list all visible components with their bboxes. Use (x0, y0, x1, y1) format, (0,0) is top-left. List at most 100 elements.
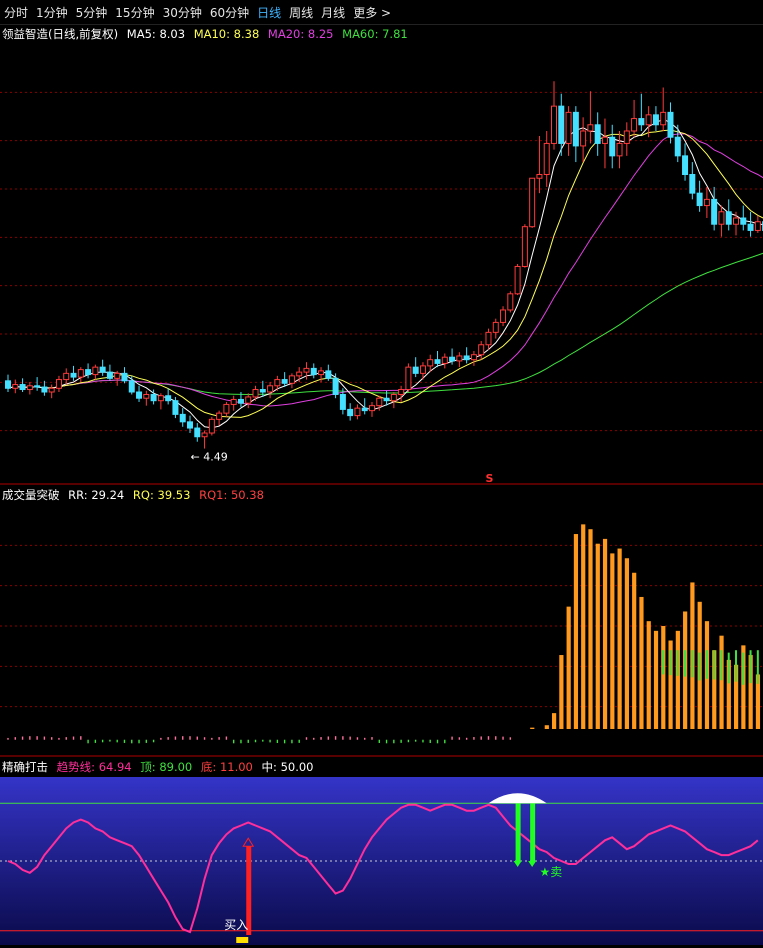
candle-body (339, 393, 346, 410)
volume-bar (602, 538, 608, 729)
candle-body (623, 130, 630, 144)
candle-body (55, 379, 62, 389)
period-tab-2[interactable]: 5分钟 (72, 4, 112, 21)
candle-body (500, 309, 507, 323)
candle-body (259, 389, 266, 393)
candle-body (390, 393, 397, 402)
candle-body (216, 412, 223, 420)
candle-body (703, 198, 710, 207)
volume-bar (632, 572, 637, 729)
candle-body (245, 396, 252, 404)
period-tab-0[interactable]: 分时 (0, 4, 32, 21)
candle-body (325, 370, 332, 379)
candle-body (252, 389, 259, 398)
candle-body (565, 111, 572, 144)
candle-body (41, 386, 48, 393)
candle-body (114, 372, 121, 379)
buy-label: 买入 (224, 918, 248, 932)
candle-body (660, 111, 667, 126)
precise-strike-chart[interactable]: 买入 ★卖 (0, 757, 763, 948)
candle-body (288, 375, 295, 384)
volume-bar (573, 534, 579, 729)
candle-body (77, 369, 84, 378)
candle-body (12, 384, 19, 389)
period-tab-3[interactable]: 15分钟 (111, 4, 158, 21)
candle-body (587, 124, 594, 132)
volume-bar (617, 548, 622, 729)
volume-bar (588, 529, 593, 729)
candle-body (187, 421, 193, 429)
candle-body (470, 354, 477, 361)
volume-bar (624, 558, 629, 729)
ma20-line (7, 133, 763, 407)
candle-body (354, 407, 361, 417)
candle-body (70, 372, 77, 378)
candle-body (456, 355, 463, 362)
period-tab-8[interactable]: 月线 (317, 4, 349, 21)
candle-body (682, 155, 689, 176)
candle-body (631, 118, 638, 132)
candle-body (267, 385, 274, 393)
candle-body (740, 217, 747, 225)
volume-bar (661, 626, 666, 729)
candle-body (157, 395, 164, 402)
candle-body (347, 408, 354, 417)
candle-body (652, 114, 659, 126)
candle-body (85, 369, 92, 376)
candle-body (434, 359, 441, 364)
candle-body (558, 105, 565, 144)
candle-body (128, 380, 135, 393)
candle-body (449, 356, 456, 362)
candle-body (19, 384, 26, 391)
candle-body (361, 407, 368, 412)
sell-label: ★卖 (539, 865, 562, 879)
ma5-line (7, 118, 763, 429)
volume-bar (530, 727, 535, 729)
candle-body (543, 142, 550, 176)
period-tab-7[interactable]: 周线 (285, 4, 317, 21)
candle-body (529, 177, 536, 228)
candle-body (383, 397, 390, 402)
volume-bar (559, 655, 564, 729)
candle-body (26, 385, 33, 391)
candle-body (747, 223, 754, 231)
candle-body (536, 174, 543, 179)
volume-bar (675, 630, 680, 729)
candle-body (172, 400, 179, 415)
candle-body (99, 366, 106, 373)
candle-body (594, 124, 601, 144)
volume-bar (566, 606, 571, 729)
candle-body (34, 385, 41, 388)
sell-signal-bar (515, 803, 521, 861)
ma60-line (7, 252, 763, 396)
candle-body (369, 405, 375, 412)
candle-body (638, 118, 645, 126)
candle-body (5, 380, 11, 389)
period-tab-6[interactable]: 日线 (253, 4, 285, 21)
candle-body (725, 211, 732, 225)
period-tab-4[interactable]: 30分钟 (159, 4, 206, 21)
candle-body (150, 393, 157, 402)
candle-body (194, 427, 201, 438)
candle-body (572, 111, 579, 147)
period-tab-9[interactable]: 更多 > (349, 4, 395, 21)
candle-body (165, 395, 172, 402)
candle-body (580, 130, 587, 147)
candle-body (689, 174, 696, 194)
volume-breakout-chart[interactable] (0, 485, 763, 757)
candle-body (92, 366, 99, 376)
period-tab-5[interactable]: 60分钟 (206, 4, 253, 21)
candle-body (674, 136, 681, 157)
period-tab-1[interactable]: 1分钟 (32, 4, 72, 21)
candle-body (398, 389, 405, 395)
volume-bar (646, 621, 651, 729)
volume-bar (719, 635, 724, 729)
candle-body (136, 391, 143, 399)
candle-body (645, 114, 652, 126)
sell-signal-bar (530, 803, 536, 861)
candle-body (419, 365, 426, 374)
candle-body (441, 356, 448, 364)
candlestick-chart[interactable]: ← 4.49 S (0, 24, 763, 485)
candle-body (514, 265, 521, 295)
candle-body (667, 111, 674, 138)
